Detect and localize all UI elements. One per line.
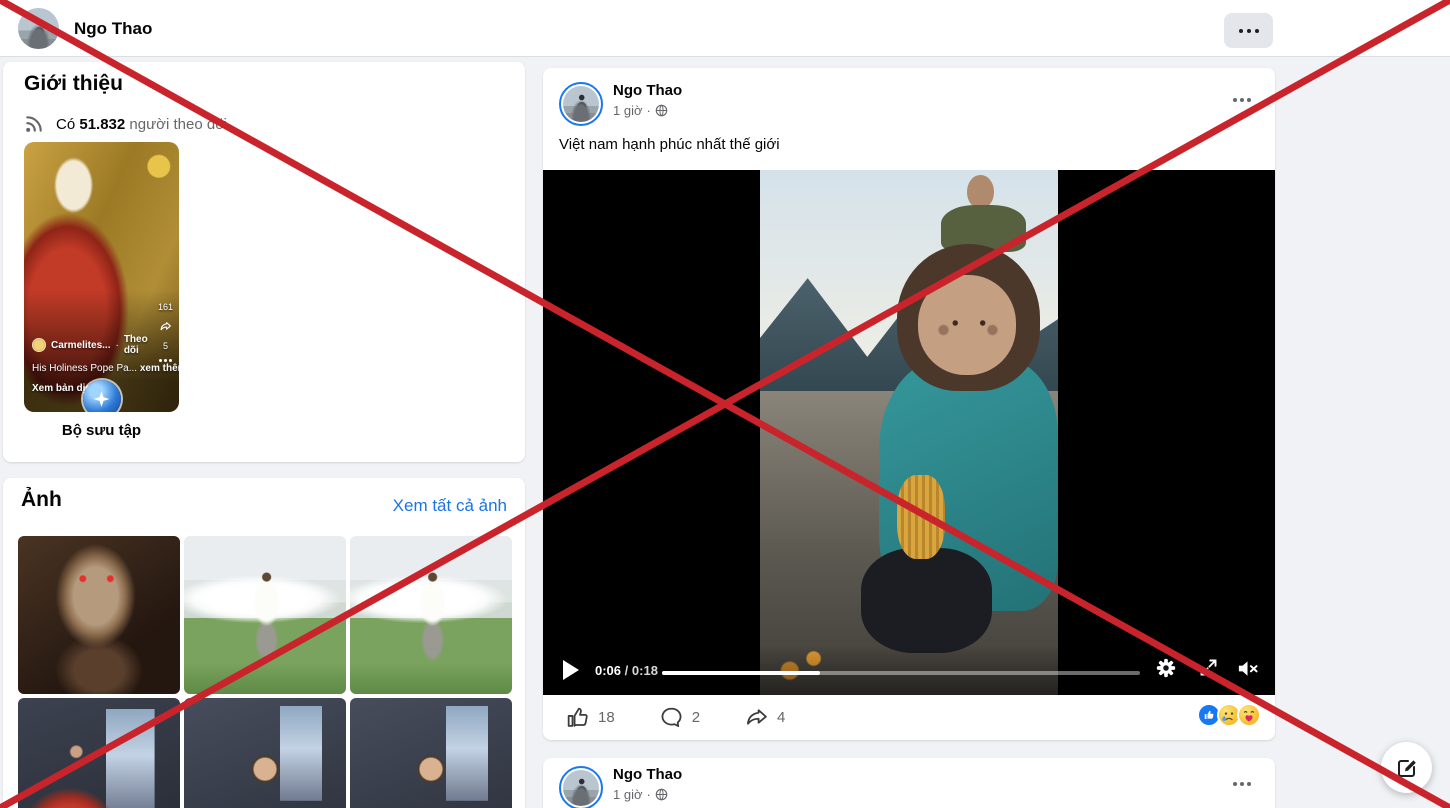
- followers-text: Có 51.832 người theo dõi: [56, 116, 227, 133]
- post-meta: 1 giờ ·: [613, 787, 682, 802]
- video-time: 0:06 / 0:18: [595, 663, 658, 678]
- post-meta: 1 giờ ·: [613, 103, 682, 118]
- post-1: Ngo Thao 1 giờ · Việt nam hạnh phúc nhất…: [543, 68, 1275, 740]
- reel-sound-orb-icon: [83, 380, 121, 412]
- reel-account-avatar: [32, 338, 46, 352]
- reel-account-name[interactable]: Carmelites...: [51, 340, 110, 351]
- reel-like-count[interactable]: 161: [158, 302, 173, 312]
- post-2-header: Ngo Thao 1 giờ ·: [559, 766, 682, 808]
- settings-gear-icon[interactable]: [1155, 657, 1177, 679]
- reaction-badges[interactable]: [1201, 703, 1261, 727]
- photo-thumb-4[interactable]: [18, 698, 180, 808]
- post-more-icon[interactable]: [1233, 98, 1251, 102]
- globe-privacy-icon: [655, 104, 668, 117]
- post-author-avatar[interactable]: [559, 766, 603, 808]
- video-child-figure: [918, 275, 1016, 375]
- post-author-name[interactable]: Ngo Thao: [613, 766, 682, 783]
- video-progress-fill: [662, 671, 820, 675]
- globe-privacy-icon: [655, 788, 668, 801]
- post-author-name[interactable]: Ngo Thao: [613, 82, 682, 99]
- engagement-row: 18 2 4: [543, 695, 1275, 740]
- photo-thumb-1[interactable]: [18, 536, 180, 694]
- intro-card: Giới thiệu Có 51.832 người theo dõi Carm…: [3, 62, 525, 462]
- video-man-figure: [933, 175, 1034, 249]
- share-button[interactable]: 4: [744, 705, 785, 730]
- muted-volume-icon[interactable]: [1236, 657, 1259, 680]
- profile-more-button[interactable]: [1224, 13, 1273, 48]
- video-frame: [760, 170, 1058, 695]
- reel-caption: His Holiness Pope Pa... xem thêm: [32, 363, 179, 374]
- play-icon[interactable]: [563, 660, 579, 680]
- reel-share-count[interactable]: 5: [163, 341, 168, 351]
- photo-thumb-5[interactable]: [184, 698, 346, 808]
- photo-grid: [18, 536, 513, 808]
- care-reaction-icon: [1237, 703, 1261, 727]
- comment-bubble-icon: [659, 705, 684, 730]
- reel-more-icon[interactable]: [159, 359, 172, 362]
- share-count: 4: [777, 709, 785, 726]
- post-time[interactable]: 1 giờ: [613, 103, 643, 118]
- post-more-icon[interactable]: [1233, 782, 1251, 786]
- post-1-header: Ngo Thao 1 giờ ·: [559, 82, 682, 126]
- followers-signal-icon: [24, 114, 44, 134]
- video-progress-bar[interactable]: [662, 671, 1140, 675]
- fullscreen-icon[interactable]: [1198, 657, 1219, 678]
- intro-title: Giới thiệu: [24, 72, 123, 96]
- top-bar: Ngo Thao: [0, 0, 1450, 57]
- post-2: Ngo Thao 1 giờ ·: [543, 758, 1275, 808]
- post-text: Việt nam hạnh phúc nhất thế giới: [559, 136, 780, 153]
- like-thumb-icon: [565, 705, 590, 730]
- video-player[interactable]: 0:06 / 0:18: [543, 170, 1275, 695]
- profile-avatar[interactable]: [18, 8, 59, 49]
- post-author-avatar[interactable]: [559, 82, 603, 126]
- comment-count: 2: [692, 709, 700, 726]
- comment-button[interactable]: 2: [659, 705, 700, 730]
- profile-name: Ngo Thao: [74, 19, 152, 39]
- collection-caption: Bộ sưu tập: [24, 422, 179, 439]
- reel-see-more-link[interactable]: xem thêm: [140, 363, 179, 374]
- photo-thumb-3[interactable]: [350, 536, 512, 694]
- compose-button[interactable]: [1381, 742, 1432, 793]
- see-all-photos-link[interactable]: Xem tất cả ảnh: [393, 496, 507, 516]
- photos-card: Ảnh Xem tất cả ảnh: [3, 478, 525, 808]
- photo-thumb-6[interactable]: [350, 698, 512, 808]
- video-control-bar: 0:06 / 0:18: [543, 645, 1275, 695]
- like-button[interactable]: 18: [565, 705, 615, 730]
- reel-account-row: Carmelites... · Theo dõi: [32, 334, 162, 356]
- photo-thumb-2[interactable]: [184, 536, 346, 694]
- reel-follow-button[interactable]: Theo dõi: [124, 334, 162, 356]
- collection-reel-thumbnail[interactable]: Carmelites... · Theo dõi His Holiness Po…: [24, 142, 179, 412]
- followers-row: Có 51.832 người theo dõi: [24, 114, 227, 134]
- like-count: 18: [598, 709, 615, 726]
- post-time[interactable]: 1 giờ: [613, 787, 643, 802]
- compose-pencil-icon: [1395, 756, 1419, 780]
- photos-title: Ảnh: [21, 488, 62, 512]
- share-arrow-icon: [744, 705, 769, 730]
- reel-share-icon[interactable]: [159, 320, 172, 333]
- facebook-profile-page: Ngo Thao Giới thiệu Có 51.832 người theo…: [0, 0, 1450, 808]
- reel-action-rail: 161 5: [158, 302, 173, 362]
